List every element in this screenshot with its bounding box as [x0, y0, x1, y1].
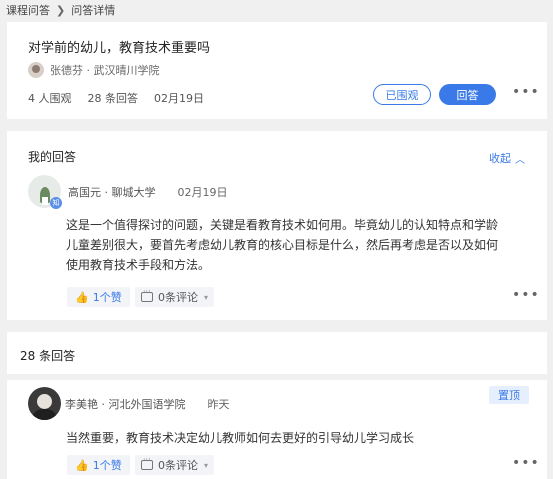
divider	[7, 374, 547, 380]
watched-button[interactable]: 已围观	[373, 84, 431, 105]
collapse-button[interactable]: 收起 ︿	[489, 150, 525, 166]
like-button[interactable]: 👍 1个赞	[67, 455, 130, 475]
comment-count: 0条评论	[158, 459, 198, 472]
section-title: 我的回答	[28, 150, 77, 164]
answers-heading: 28 条回答	[20, 349, 76, 363]
like-button[interactable]: 👍 1个赞	[67, 287, 130, 307]
question-author: 张德芬 · 武汉晴川学院	[28, 62, 160, 78]
caret-down-icon: ▾	[204, 460, 209, 470]
answers-card: 28 条回答 李美艳 · 河北外国语学院 昨天 置顶 当然重要，教育技术决定幼儿…	[7, 332, 547, 479]
author-name[interactable]: 李美艳	[65, 396, 98, 412]
chevron-up-icon: ︿	[515, 154, 525, 166]
caret-down-icon: ▾	[204, 292, 209, 302]
author-school: 聊城大学	[111, 186, 156, 199]
answer-date: 02月19日	[177, 186, 228, 199]
breadcrumb-course-qa[interactable]: 课程问答	[6, 2, 50, 18]
avatar[interactable]	[28, 62, 44, 78]
breadcrumb-current: 问答详情	[71, 4, 116, 17]
comment-icon	[141, 287, 153, 302]
thumbs-up-icon: 👍	[75, 290, 89, 304]
thumbs-up-icon: 👍	[75, 458, 89, 472]
dot-separator: ·	[98, 397, 109, 411]
answer-meta: 李美艳 · 河北外国语学院 昨天	[65, 396, 230, 412]
dot-separator: ·	[83, 63, 94, 77]
comment-count: 0条评论	[158, 291, 198, 304]
question-card: 对学前的幼儿，教育技术重要吗 张德芬 · 武汉晴川学院 4 人围观 28 条回答…	[7, 22, 547, 119]
like-count: 1个赞	[92, 459, 122, 472]
pinned-badge: 置顶	[489, 386, 529, 404]
author-name[interactable]: 高国元	[68, 184, 101, 200]
more-options-icon[interactable]: •••	[512, 287, 540, 303]
collapse-label: 收起	[489, 152, 511, 165]
views-count: 4 人围观	[28, 92, 72, 105]
comment-button[interactable]: 0条评论 ▾	[135, 455, 215, 475]
answer-meta: 高国元 · 聊城大学 02月19日	[68, 184, 228, 200]
breadcrumb: 课程问答 ❯ 问答详情	[0, 0, 553, 20]
question-title: 对学前的幼儿，教育技术重要吗	[28, 41, 211, 56]
comment-icon	[141, 455, 153, 470]
author-school: 武汉晴川学院	[93, 64, 160, 77]
answers-count: 28 条回答	[87, 92, 139, 105]
question-date: 02月19日	[154, 92, 204, 105]
verified-badge-icon: 知	[50, 197, 62, 209]
avatar[interactable]	[28, 387, 61, 420]
my-answer-card: 我的回答 收起 ︿ 知 高国元 · 聊城大学 02月19日 这是一个值得探讨的问…	[7, 131, 547, 320]
more-options-icon[interactable]: •••	[512, 84, 540, 100]
answer-body: 当然重要，教育技术决定幼儿教师如何去更好的引导幼儿学习成长	[66, 431, 415, 445]
comment-button[interactable]: 0条评论 ▾	[135, 287, 215, 307]
answer-date: 昨天	[207, 398, 230, 411]
answer-body: 这是一个值得探讨的问题，关键是看教育技术如何用。毕竟幼儿的认知特点和学龄儿童差别…	[66, 218, 499, 272]
author-school: 河北外国语学院	[108, 398, 186, 411]
more-options-icon[interactable]: •••	[512, 455, 540, 471]
like-count: 1个赞	[92, 291, 122, 304]
chevron-right-icon: ❯	[56, 3, 66, 17]
dot-separator: ·	[101, 185, 112, 199]
question-stats: 4 人围观 28 条回答 02月19日	[28, 90, 220, 106]
author-name[interactable]: 张德芬	[50, 62, 83, 78]
answer-button[interactable]: 回答	[439, 84, 496, 105]
